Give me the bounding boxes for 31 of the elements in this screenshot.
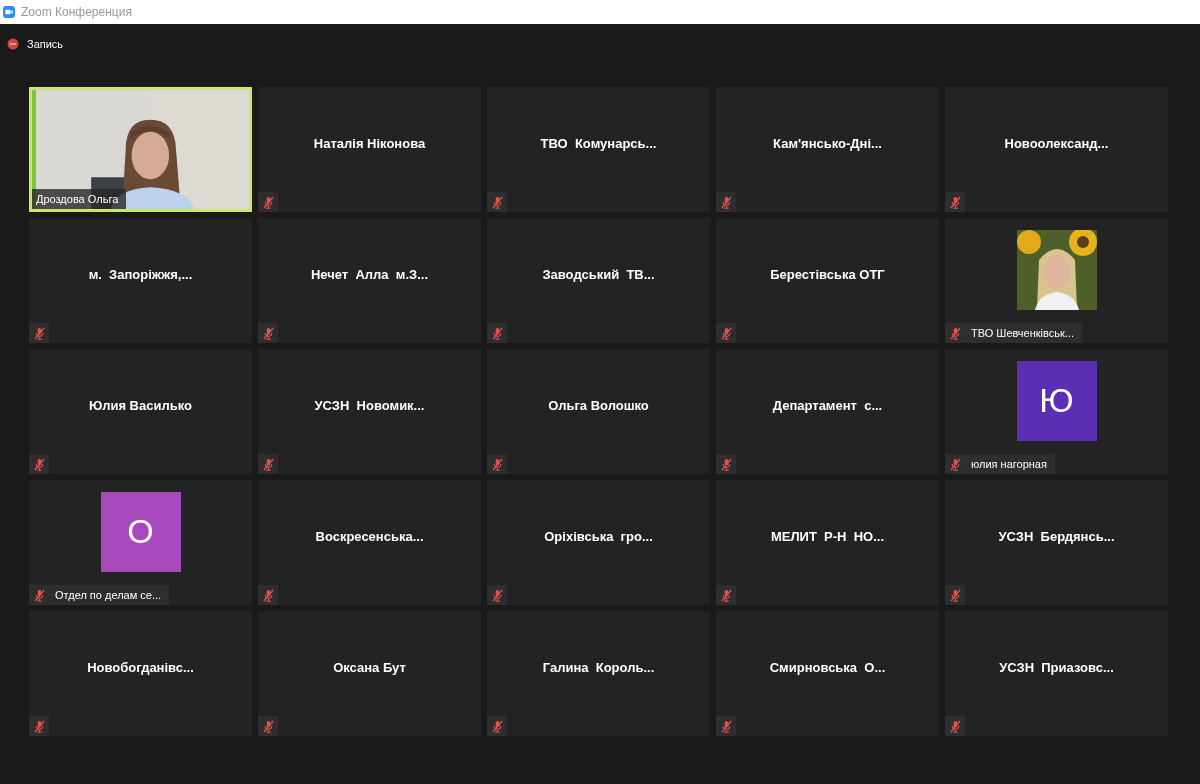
participant-name: УСЗН Новомик... <box>314 398 425 413</box>
participant-name: УСЗН Приазовс... <box>999 660 1114 675</box>
participant-name: Новоолександ... <box>1004 136 1109 151</box>
participant-name: МЕЛИТ Р-Н НО... <box>770 529 885 544</box>
participant-name: Галина Король... <box>542 660 655 675</box>
participant-name: Ольга Волошко <box>548 398 649 413</box>
participant-name: Отдел по делам се... <box>55 589 162 601</box>
participant-name: юлия нагорная <box>971 458 1047 470</box>
participant-name: Оксана Бут <box>333 660 406 675</box>
participant-name: Новобогданівс... <box>87 660 194 675</box>
participant-name: Департамент с... <box>772 398 883 413</box>
avatar-initial: О <box>127 512 154 551</box>
participant-name: ТВО Комунарсь... <box>540 136 657 151</box>
participant-name: Оріхівська гро... <box>544 529 653 544</box>
participant-name: Нечет Алла м.З... <box>310 267 429 282</box>
video-camera-icon <box>3 6 15 18</box>
participant-name: УСЗН Бердянсь... <box>998 529 1115 544</box>
participant-name: Юлия Василько <box>89 398 192 413</box>
participant-name: Кам'янсько-Дні... <box>773 136 882 151</box>
participant-name: Смирновська О... <box>769 660 886 675</box>
participant-name: Дроздова Ольга <box>36 193 119 205</box>
avatar-initial: Ю <box>1039 381 1074 420</box>
participant-name: Заводський ТВ... <box>542 267 655 282</box>
participant-name: Воскресенська... <box>315 529 424 544</box>
participant-name: Берестівська ОТГ <box>770 267 885 282</box>
record-icon <box>7 38 19 50</box>
recording-label: Запись <box>27 38 64 50</box>
participant-name: м. Запоріжжя,... <box>88 267 193 282</box>
participant-name: Наталія Ніконова <box>313 136 426 151</box>
window-title: Zoom Конференция <box>21 5 132 19</box>
participant-name: ТВО Шевченківськ... <box>971 327 1074 339</box>
